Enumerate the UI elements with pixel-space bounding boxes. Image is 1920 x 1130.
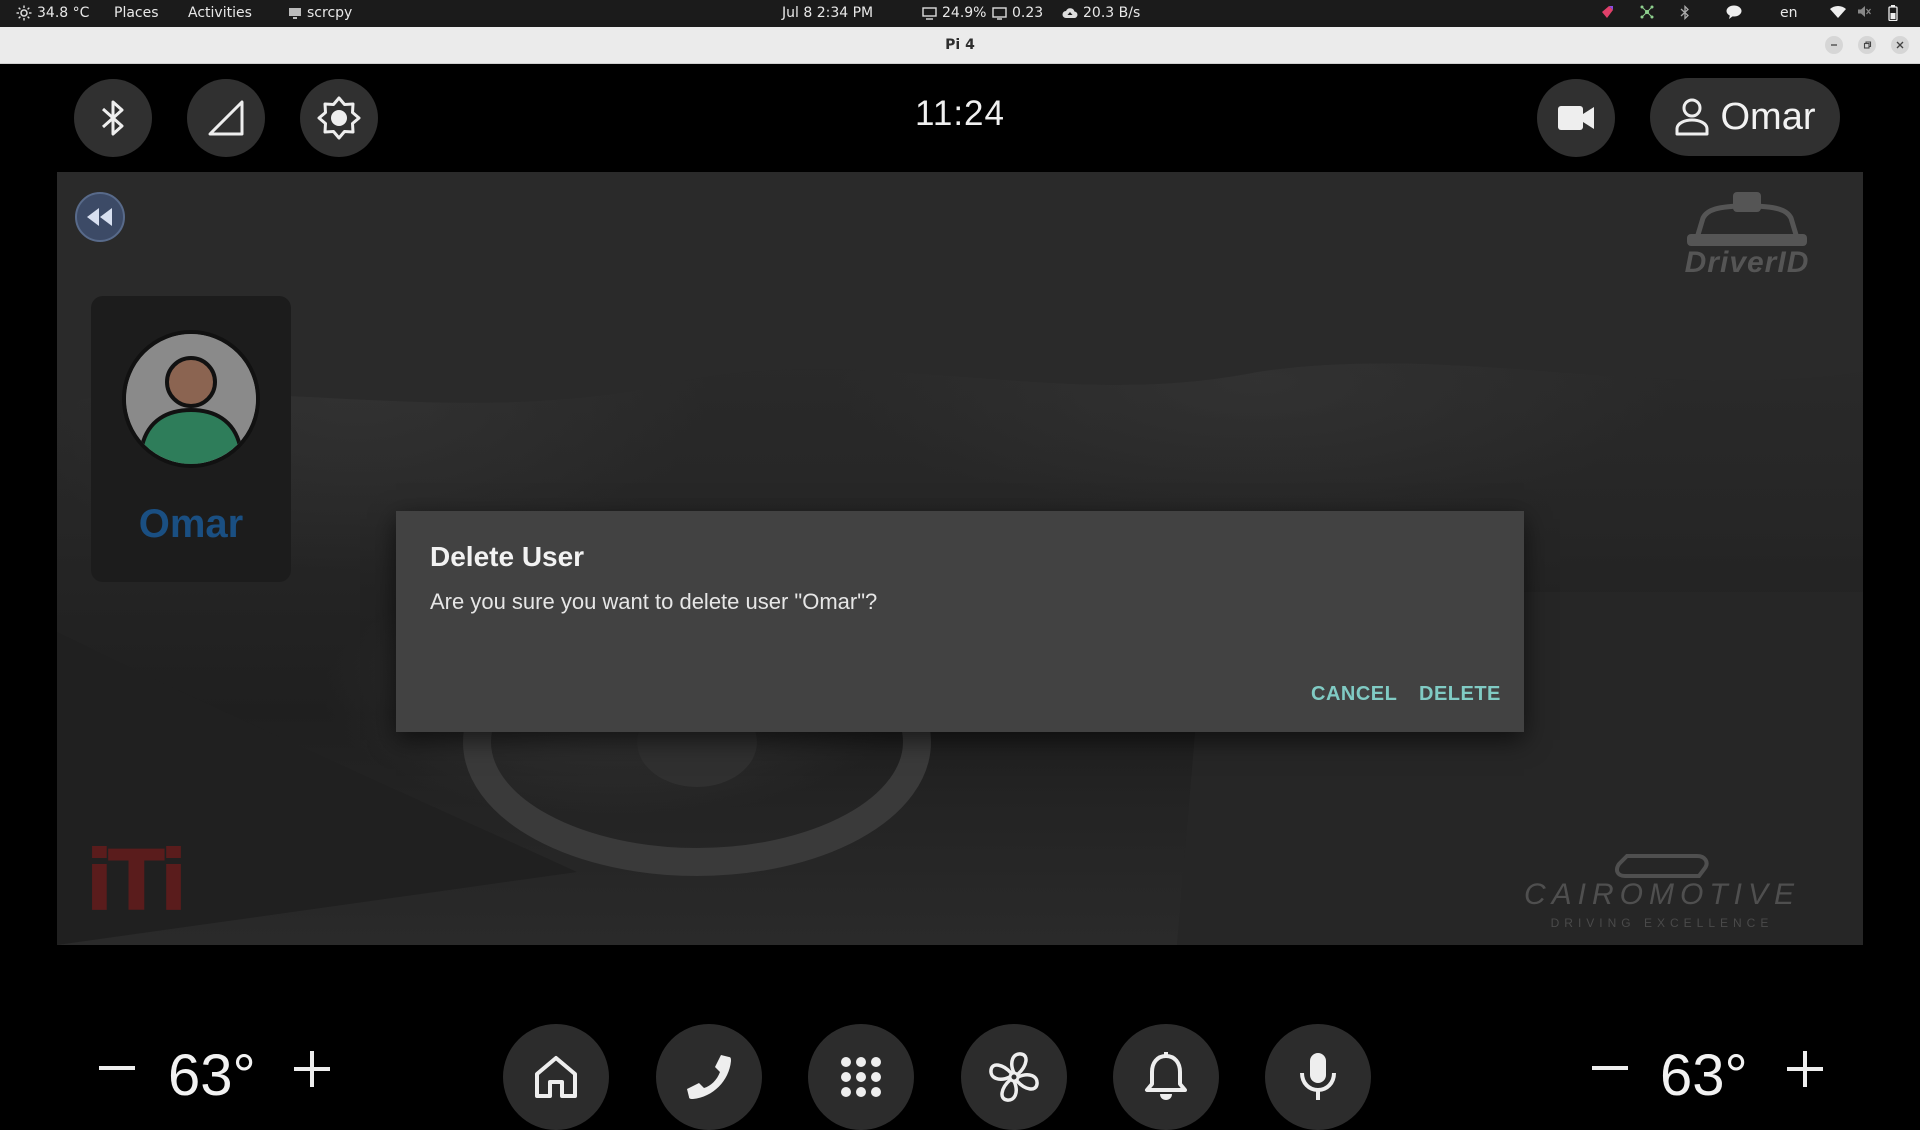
brightness-icon bbox=[317, 96, 361, 140]
indicator-app-3[interactable] bbox=[1726, 5, 1742, 19]
right-temp-increase-button[interactable] bbox=[1780, 1044, 1830, 1094]
bluetooth-indicator[interactable] bbox=[1680, 5, 1690, 20]
app-menu[interactable]: scrcpy bbox=[288, 5, 352, 21]
cairomotive-tagline: DRIVING EXCELLENCE bbox=[1550, 916, 1774, 930]
fan-icon bbox=[989, 1052, 1039, 1102]
bluetooth-icon bbox=[101, 100, 124, 136]
monitor-icon bbox=[289, 7, 301, 19]
minimize-icon bbox=[1831, 44, 1837, 46]
network-indicator[interactable]: 20.3 B/s bbox=[1062, 5, 1140, 21]
language-text: en bbox=[1780, 5, 1798, 21]
indicator-app-1[interactable] bbox=[1600, 5, 1615, 20]
minimize-button[interactable] bbox=[1825, 36, 1843, 54]
temperature-text: 34.8 °C bbox=[37, 5, 90, 21]
signal-button[interactable] bbox=[187, 79, 265, 157]
left-temperature: 63° bbox=[168, 1043, 256, 1108]
delete-button[interactable]: DELETE bbox=[1419, 683, 1501, 706]
load-indicator[interactable]: 0.23 bbox=[992, 5, 1043, 21]
language-indicator[interactable]: en bbox=[1780, 5, 1798, 21]
cairomotive-logo: CAIROMOTIVE DRIVING EXCELLENCE bbox=[1487, 852, 1837, 932]
left-temp-increase-button[interactable] bbox=[287, 1044, 337, 1094]
volume-indicator[interactable] bbox=[1857, 5, 1871, 18]
right-temperature: 63° bbox=[1660, 1043, 1748, 1108]
cancel-button[interactable]: CANCEL bbox=[1311, 683, 1397, 706]
places-label: Places bbox=[114, 5, 159, 21]
phone-icon bbox=[687, 1055, 731, 1099]
user-card-name: Omar bbox=[138, 502, 244, 546]
load-text: 0.23 bbox=[1012, 5, 1044, 21]
activities-label: Activities bbox=[188, 5, 252, 21]
dialog-message: Are you sure you want to delete user "Om… bbox=[430, 589, 878, 614]
left-temp-decrease-button[interactable] bbox=[92, 1044, 142, 1094]
signal-icon bbox=[208, 100, 244, 136]
sun-icon bbox=[16, 5, 32, 21]
infotainment-app: 11:24 Omar Omar DriverID iTi CAIROMOTIVE… bbox=[0, 64, 1920, 1130]
screen-icon bbox=[992, 6, 1007, 20]
notifications-button[interactable] bbox=[1113, 1024, 1219, 1130]
avatar-person-icon bbox=[126, 334, 256, 464]
indicator-app-2[interactable] bbox=[1640, 5, 1654, 19]
dialog-title: Delete User bbox=[430, 541, 585, 572]
window-title-bar[interactable]: Pi 4 bbox=[0, 27, 1920, 64]
network-text: 20.3 B/s bbox=[1083, 5, 1141, 21]
plus-icon bbox=[1787, 1051, 1823, 1087]
datetime-text: Jul 8 2:34 PM bbox=[782, 5, 874, 21]
cairomotive-text: CAIROMOTIVE bbox=[1523, 878, 1800, 911]
iti-logo: iTi bbox=[85, 832, 188, 930]
bluetooth-icon bbox=[1680, 5, 1689, 20]
voice-button[interactable] bbox=[1265, 1024, 1371, 1130]
minus-icon bbox=[99, 1066, 135, 1070]
current-user-button[interactable]: Omar bbox=[1650, 78, 1840, 156]
apps-grid-icon bbox=[841, 1057, 881, 1097]
driverid-text: DriverID bbox=[1684, 246, 1810, 279]
right-temp-decrease-button[interactable] bbox=[1585, 1044, 1635, 1094]
phone-button[interactable] bbox=[656, 1024, 762, 1130]
close-button[interactable] bbox=[1891, 36, 1909, 54]
microphone-icon bbox=[1300, 1053, 1336, 1100]
wifi-icon bbox=[1830, 6, 1846, 18]
system-top-bar: 34.8 °C Places Activities scrcpy Jul 8 2… bbox=[0, 0, 1920, 27]
cpu-icon bbox=[922, 6, 937, 20]
network-nodes-icon bbox=[1640, 5, 1654, 19]
delete-user-dialog: Delete User Are you sure you want to del… bbox=[396, 511, 1524, 732]
cpu-indicator[interactable]: 24.9% bbox=[922, 5, 986, 21]
date-time[interactable]: Jul 8 2:34 PM bbox=[782, 5, 873, 21]
rewind-icon bbox=[87, 208, 112, 226]
back-button[interactable] bbox=[75, 192, 125, 242]
home-button[interactable] bbox=[503, 1024, 609, 1130]
car-logo-icon bbox=[1687, 192, 1807, 246]
wifi-indicator[interactable] bbox=[1830, 5, 1846, 18]
camera-button[interactable] bbox=[1537, 79, 1615, 157]
apps-button[interactable] bbox=[808, 1024, 914, 1130]
driverid-logo: DriverID bbox=[1657, 190, 1837, 280]
current-user-name: Omar bbox=[1720, 95, 1816, 138]
plus-icon bbox=[294, 1051, 330, 1087]
volume-muted-icon bbox=[1858, 6, 1871, 17]
battery-indicator[interactable] bbox=[1888, 5, 1898, 21]
clock: 11:24 bbox=[915, 94, 1005, 133]
window-title: Pi 4 bbox=[945, 37, 975, 53]
home-icon bbox=[535, 1056, 577, 1098]
bluetooth-button[interactable] bbox=[74, 79, 152, 157]
activities-button[interactable]: Activities bbox=[188, 5, 252, 21]
close-icon bbox=[1896, 41, 1904, 49]
person-icon bbox=[1675, 98, 1708, 136]
fan-button[interactable] bbox=[961, 1024, 1067, 1130]
cpu-text: 24.9% bbox=[942, 5, 987, 21]
bell-icon bbox=[1145, 1052, 1187, 1100]
video-camera-icon bbox=[1558, 106, 1594, 130]
user-avatar bbox=[122, 330, 260, 468]
colorful-app-icon bbox=[1602, 6, 1613, 18]
restore-icon bbox=[1863, 41, 1872, 49]
chat-icon bbox=[1726, 5, 1742, 19]
temperature-indicator[interactable]: 34.8 °C bbox=[16, 5, 89, 21]
restore-button[interactable] bbox=[1858, 36, 1876, 54]
minus-icon bbox=[1592, 1066, 1628, 1070]
app-name: scrcpy bbox=[307, 5, 353, 21]
user-card[interactable]: Omar bbox=[91, 296, 291, 582]
places-menu[interactable]: Places bbox=[114, 5, 159, 21]
brightness-button[interactable] bbox=[300, 79, 378, 157]
cloud-upload-icon bbox=[1062, 8, 1078, 19]
battery-icon bbox=[1888, 5, 1898, 21]
